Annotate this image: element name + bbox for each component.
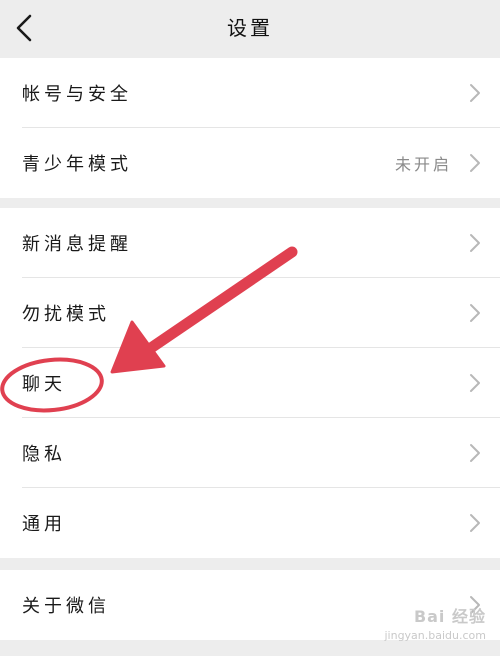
chevron-right-icon xyxy=(470,444,480,462)
menu-item-do-not-disturb[interactable]: 勿扰模式 xyxy=(0,278,500,348)
navigation-bar: 设置 xyxy=(0,0,500,58)
chevron-right-icon xyxy=(470,154,480,172)
menu-item-chat[interactable]: 聊天 xyxy=(0,348,500,418)
chevron-right-icon xyxy=(470,304,480,322)
menu-item-label: 通用 xyxy=(22,514,66,535)
menu-item-new-message-notification[interactable]: 新消息提醒 xyxy=(0,208,500,278)
settings-screen: 设置 帐号与安全 青少年模式 未开启 新消息提醒 勿扰模式 聊天 隐私 通用 关… xyxy=(0,0,500,656)
page-title: 设置 xyxy=(227,16,273,40)
menu-item-label: 青少年模式 xyxy=(22,154,132,175)
menu-item-general[interactable]: 通用 xyxy=(0,488,500,558)
menu-item-label: 关于微信 xyxy=(22,596,110,617)
chevron-right-icon xyxy=(470,596,480,614)
menu-item-label: 帐号与安全 xyxy=(22,84,132,105)
menu-item-privacy[interactable]: 隐私 xyxy=(0,418,500,488)
chevron-right-icon xyxy=(470,374,480,392)
settings-group-account: 帐号与安全 青少年模式 未开启 xyxy=(0,58,500,198)
menu-item-account-security[interactable]: 帐号与安全 xyxy=(0,58,500,128)
menu-item-youth-mode[interactable]: 青少年模式 未开启 xyxy=(0,128,500,198)
chevron-right-icon xyxy=(470,234,480,252)
youth-mode-status: 未开启 xyxy=(394,155,452,174)
settings-group-general: 新消息提醒 勿扰模式 聊天 隐私 通用 xyxy=(0,208,500,558)
menu-item-label: 新消息提醒 xyxy=(22,234,132,255)
chevron-right-icon xyxy=(470,514,480,532)
chevron-right-icon xyxy=(470,84,480,102)
menu-item-label: 隐私 xyxy=(22,444,66,465)
menu-item-label: 聊天 xyxy=(22,374,66,395)
menu-item-label: 勿扰模式 xyxy=(22,304,110,325)
menu-item-about-wechat[interactable]: 关于微信 xyxy=(0,570,500,640)
settings-group-about: 关于微信 xyxy=(0,570,500,640)
